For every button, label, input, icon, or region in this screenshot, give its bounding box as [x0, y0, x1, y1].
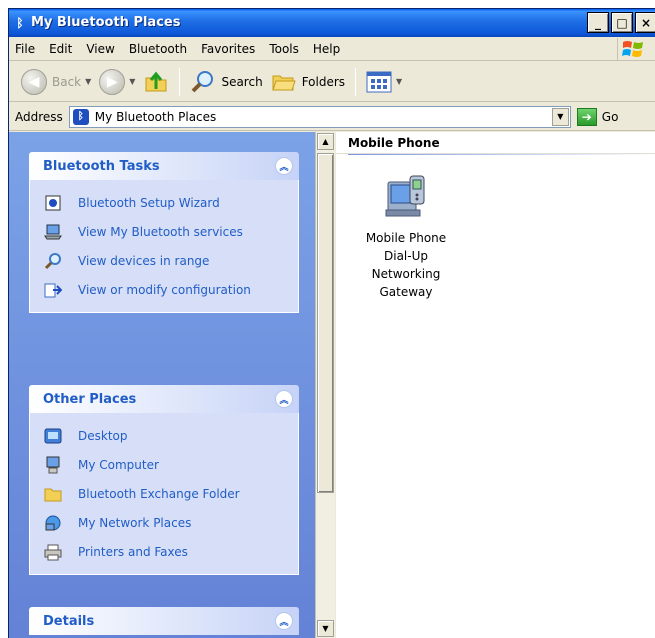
address-dropdown-button[interactable]: ▼ — [551, 107, 569, 126]
bluetooth-tasks-body: Bluetooth Setup Wizard View My Bluetooth… — [29, 180, 299, 313]
task-view-devices-in-range[interactable]: View devices in range — [44, 246, 298, 275]
task-label: Bluetooth Setup Wizard — [78, 195, 220, 210]
explorer-window: ᛒ My Bluetooth Places _ □ × File Edit Vi… — [8, 8, 655, 638]
address-label: Address — [15, 109, 63, 124]
maximize-button[interactable]: □ — [611, 12, 633, 33]
network-icon — [44, 514, 62, 532]
back-arrow-icon: ◀ — [21, 68, 47, 95]
address-field[interactable]: ᛒ My Bluetooth Places ▼ — [68, 105, 571, 128]
mobile-phone-icon — [385, 175, 425, 217]
menu-tools[interactable]: Tools — [269, 42, 299, 56]
bluetooth-tasks-panel: Bluetooth Tasks ︽ Bluetooth Setup Wizard… — [29, 152, 299, 313]
menu-favorites[interactable]: Favorites — [201, 42, 255, 56]
services-icon — [44, 223, 62, 241]
toolbar: ◀ Back ▼ ▶ ▼ Search Folders ▼ — [9, 62, 655, 102]
address-value: My Bluetooth Places — [94, 109, 217, 124]
place-label: My Computer — [78, 457, 159, 472]
collapse-chevron-icon[interactable]: ︽ — [275, 157, 293, 175]
device-label-line: Networking — [371, 267, 441, 281]
bluetooth-icon: ᛒ — [16, 16, 24, 30]
task-label: View devices in range — [78, 253, 210, 268]
search-button[interactable]: Search — [186, 66, 266, 98]
place-printers-and-faxes[interactable]: Printers and Faxes — [44, 537, 298, 566]
place-label: Desktop — [78, 428, 128, 443]
bluetooth-tasks-title: Bluetooth Tasks — [43, 158, 160, 174]
task-label: View or modify configuration — [78, 282, 251, 297]
details-title: Details — [43, 613, 95, 629]
menu-file[interactable]: File — [15, 42, 35, 56]
menu-view[interactable]: View — [86, 42, 114, 56]
folders-button[interactable]: Folders — [267, 66, 349, 98]
search-icon — [192, 70, 214, 92]
configuration-icon — [44, 281, 62, 299]
forward-arrow-icon: ▶ — [99, 68, 126, 95]
go-arrow-icon: ➔ — [576, 107, 597, 126]
task-view-modify-configuration[interactable]: View or modify configuration — [44, 275, 298, 304]
place-my-network-places[interactable]: My Network Places — [44, 508, 298, 537]
task-label: View My Bluetooth services — [78, 224, 243, 239]
place-label: Bluetooth Exchange Folder — [78, 486, 240, 501]
go-button[interactable]: ➔ Go — [576, 107, 619, 126]
scroll-thumb[interactable] — [317, 153, 334, 493]
device-label-line: Mobile Phone — [365, 231, 447, 245]
group-header: Mobile Phone — [336, 132, 655, 155]
folder-icon — [44, 485, 62, 503]
place-desktop[interactable]: Desktop — [44, 421, 298, 450]
menu-bar: File Edit View Bluetooth Favorites Tools… — [9, 37, 655, 61]
back-button[interactable]: ◀ Back ▼ — [17, 66, 95, 98]
other-places-body: Desktop My Computer Bluetooth Exchange F… — [29, 413, 299, 575]
bluetooth-tasks-header[interactable]: Bluetooth Tasks ︽ — [29, 152, 299, 180]
forward-dropdown-icon[interactable]: ▼ — [129, 77, 135, 86]
device-label-line: Gateway — [379, 285, 433, 299]
task-view-bluetooth-services[interactable]: View My Bluetooth services — [44, 217, 298, 246]
place-label: Printers and Faxes — [78, 544, 188, 559]
minimize-button[interactable]: _ — [587, 12, 609, 33]
windows-logo-icon — [617, 38, 647, 60]
collapse-chevron-icon[interactable]: ︽ — [275, 390, 293, 408]
collapse-chevron-icon[interactable]: ︽ — [275, 612, 293, 630]
place-my-computer[interactable]: My Computer — [44, 450, 298, 479]
menu-help[interactable]: Help — [313, 42, 340, 56]
toolbar-separator — [179, 67, 181, 96]
magnifier-icon — [44, 252, 62, 270]
menu-bluetooth[interactable]: Bluetooth — [129, 42, 187, 56]
other-places-title: Other Places — [43, 391, 137, 407]
title-bar[interactable]: ᛒ My Bluetooth Places _ □ × — [9, 9, 655, 37]
views-button[interactable]: ▼ — [362, 66, 406, 98]
address-bar: Address ᛒ My Bluetooth Places ▼ ➔ Go — [9, 103, 655, 131]
views-dropdown-icon[interactable]: ▼ — [396, 77, 402, 86]
folders-icon — [271, 75, 296, 90]
window-title: My Bluetooth Places — [31, 15, 181, 30]
back-dropdown-icon[interactable]: ▼ — [85, 77, 91, 86]
place-bluetooth-exchange-folder[interactable]: Bluetooth Exchange Folder — [44, 479, 298, 508]
task-bluetooth-setup-wizard[interactable]: Bluetooth Setup Wizard — [44, 188, 298, 217]
task-pane: Bluetooth Tasks ︽ Bluetooth Setup Wizard… — [9, 132, 315, 638]
menu-edit[interactable]: Edit — [49, 42, 72, 56]
scroll-down-arrow-icon[interactable]: ▼ — [317, 620, 334, 637]
details-header[interactable]: Details ︽ — [29, 607, 299, 635]
wizard-icon — [44, 194, 62, 212]
go-label: Go — [601, 109, 619, 124]
up-folder-button[interactable] — [139, 66, 173, 98]
other-places-panel: Other Places ︽ Desktop My Computer Bluet… — [29, 385, 299, 575]
close-button[interactable]: × — [635, 12, 655, 33]
views-icon — [366, 71, 392, 92]
toolbar-separator — [355, 67, 357, 96]
desktop-icon — [44, 427, 62, 445]
other-places-header[interactable]: Other Places ︽ — [29, 385, 299, 413]
place-label: My Network Places — [78, 515, 192, 530]
content-area: Mobile Phone Mobile Phone Dial-Up Networ… — [336, 132, 655, 638]
details-panel: Details ︽ — [29, 607, 299, 635]
printer-icon — [44, 543, 62, 561]
bluetooth-places-icon: ᛒ — [72, 108, 89, 125]
scroll-up-arrow-icon[interactable]: ▲ — [317, 133, 334, 150]
window-controls: _ □ × — [587, 12, 655, 33]
computer-icon — [44, 456, 62, 474]
task-pane-scrollbar[interactable]: ▲ ▼ — [315, 132, 335, 638]
forward-button[interactable]: ▶ ▼ — [95, 66, 139, 98]
folder-up-icon — [145, 71, 167, 91]
device-label-line: Dial-Up — [384, 249, 428, 263]
device-item[interactable]: Mobile Phone Dial-Up Networking Gateway — [356, 172, 456, 301]
